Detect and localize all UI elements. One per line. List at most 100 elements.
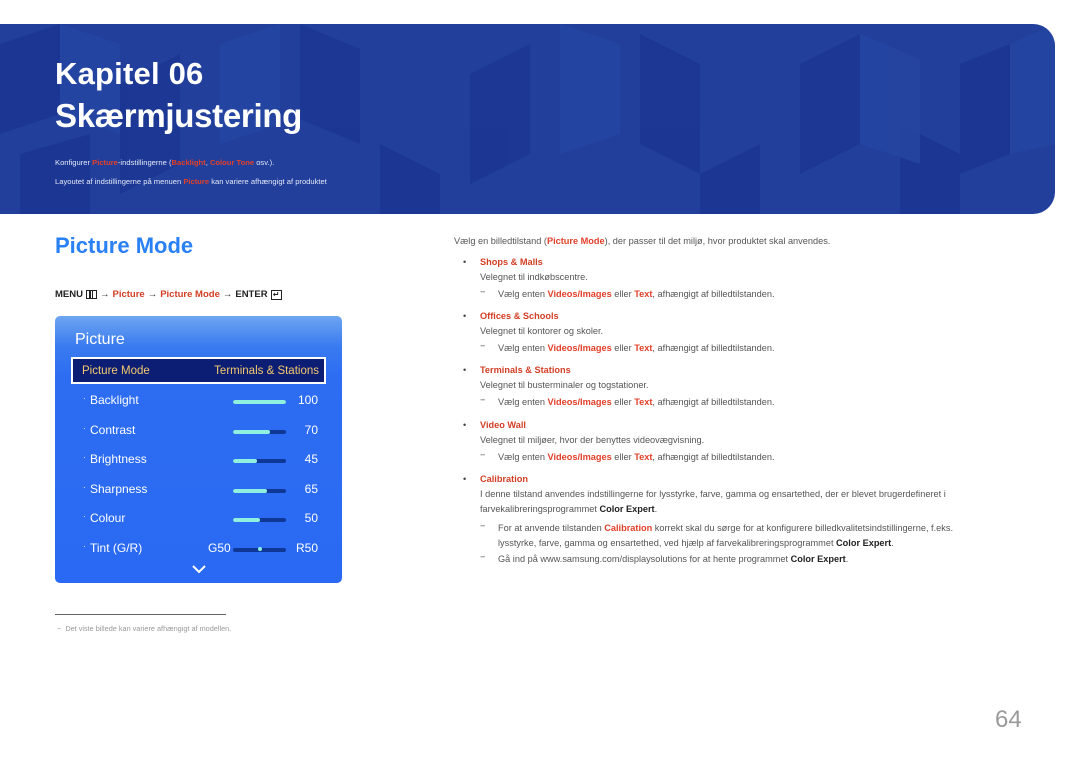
mode-name: Calibration bbox=[480, 474, 528, 484]
arrow: → bbox=[99, 289, 110, 300]
osd-item-label: Brightness bbox=[90, 452, 147, 466]
text: Vælg enten bbox=[498, 452, 548, 462]
text: Vælg enten bbox=[498, 397, 548, 407]
tint-green-value: G50 bbox=[208, 541, 231, 555]
term-picture: Picture bbox=[92, 158, 118, 167]
picture-osd-menu: Picture Picture Mode Terminals & Station… bbox=[55, 316, 342, 583]
osd-item-sharpness[interactable]: · Sharpness 65 bbox=[55, 481, 342, 501]
dash: − bbox=[480, 450, 486, 460]
tint-red-value: R50 bbox=[295, 541, 318, 555]
osd-item-label: Picture Mode bbox=[82, 364, 150, 377]
bullet-icon: · bbox=[83, 453, 86, 462]
bullet-icon: · bbox=[83, 542, 86, 551]
dash: − bbox=[480, 552, 486, 562]
footnote-divider bbox=[55, 614, 226, 615]
level-fill bbox=[233, 400, 286, 404]
text: , afhængigt af billedtilstanden. bbox=[652, 452, 775, 462]
arrow: → bbox=[222, 289, 233, 300]
dash: − bbox=[480, 521, 486, 531]
osd-item-colour[interactable]: · Colour 50 bbox=[55, 510, 342, 530]
osd-item-label: Backlight bbox=[90, 393, 139, 407]
chevron-down-icon[interactable] bbox=[191, 564, 207, 574]
level-fill bbox=[233, 489, 268, 493]
intro-text: Vælg en billedtilstand (Picture Mode), d… bbox=[454, 236, 830, 246]
chapter-title: Skærmjustering bbox=[55, 97, 303, 134]
term-picture-mode: Picture Mode bbox=[546, 236, 605, 246]
text: . bbox=[845, 554, 849, 564]
term-text: Text bbox=[634, 343, 653, 353]
term-picture: Picture bbox=[183, 177, 210, 186]
term-backlight: Backlight bbox=[171, 158, 206, 167]
mode-description: Velegnet til kontorer og skoler. bbox=[480, 326, 604, 336]
text: . bbox=[891, 538, 894, 548]
menu-grid-icon bbox=[85, 290, 97, 299]
text: ), der passer til det miljø, hvor produk… bbox=[604, 236, 831, 246]
chapter-banner: Kapitel 06 Skærmjustering Konfigurer Pic… bbox=[0, 24, 1055, 214]
text: -indstillingerne ( bbox=[117, 158, 172, 167]
bullet-icon: • bbox=[463, 474, 467, 484]
level-bar bbox=[233, 518, 286, 522]
osd-item-picture-mode[interactable]: Picture Mode Terminals & Stations bbox=[71, 357, 326, 384]
text: , afhængigt af billedtilstanden. bbox=[652, 343, 775, 353]
level-bar bbox=[233, 459, 286, 463]
tint-knob bbox=[257, 547, 262, 551]
osd-item-label: Colour bbox=[90, 511, 126, 525]
arrow: → bbox=[147, 289, 158, 300]
osd-item-label: Tint (G/R) bbox=[90, 541, 143, 555]
text: Layoutet af indstillingerne på menuen bbox=[55, 177, 184, 186]
path-picture-mode: Picture Mode bbox=[160, 289, 220, 300]
enter-label: ENTER bbox=[235, 289, 268, 300]
menu-path: MENU → Picture → Picture Mode → ENTER ↵ bbox=[55, 289, 282, 300]
osd-item-label: Contrast bbox=[90, 423, 136, 437]
bullet-icon: • bbox=[463, 311, 467, 321]
path-picture: Picture bbox=[112, 289, 145, 300]
text: eller bbox=[611, 289, 635, 299]
osd-item-value: 70 bbox=[304, 423, 318, 437]
osd-item-label: Sharpness bbox=[90, 482, 148, 496]
term-text: Text bbox=[634, 397, 653, 407]
bullet-icon: • bbox=[463, 420, 467, 430]
level-fill bbox=[233, 518, 260, 522]
osd-title: Picture bbox=[75, 331, 125, 348]
dash: − bbox=[480, 341, 486, 351]
text: osv.). bbox=[254, 158, 275, 167]
menu-label: MENU bbox=[55, 289, 83, 300]
osd-item-value: 45 bbox=[304, 452, 318, 466]
osd-item-value: 50 bbox=[304, 511, 318, 525]
bullet-icon: • bbox=[463, 257, 467, 267]
level-fill bbox=[233, 430, 271, 434]
mode-name: Shops & Malls bbox=[480, 257, 543, 267]
banner-description-2: Layoutet af indstillingerne på menuen Pi… bbox=[55, 177, 327, 186]
mode-name: Video Wall bbox=[480, 420, 526, 430]
text: kan variere afhængigt af produktet bbox=[209, 177, 327, 186]
bullet-icon: · bbox=[83, 512, 86, 521]
text: Vælg enten bbox=[498, 343, 548, 353]
osd-item-brightness[interactable]: · Brightness 45 bbox=[55, 451, 342, 471]
bullet-icon: · bbox=[83, 483, 86, 492]
term-color-expert: Color Expert bbox=[836, 538, 892, 548]
term-videos-images: Videos/Images bbox=[547, 397, 612, 407]
bullet-icon: · bbox=[83, 394, 86, 403]
text: eller bbox=[611, 343, 635, 353]
osd-item-tint[interactable]: · Tint (G/R) G50 R50 bbox=[55, 540, 342, 560]
term-colour-tone: Colour Tone bbox=[209, 158, 255, 167]
dash: − bbox=[480, 395, 486, 405]
mode-name: Offices & Schools bbox=[480, 311, 559, 321]
footnote: − Det viste billede kan variere afhængig… bbox=[57, 624, 231, 633]
text: , afhængigt af billedtilstanden. bbox=[652, 397, 775, 407]
section-title: Picture Mode bbox=[55, 233, 194, 258]
mode-description: Velegnet til miljøer, hvor der benyttes … bbox=[480, 435, 705, 445]
osd-item-value: 100 bbox=[297, 393, 318, 407]
level-bar bbox=[233, 430, 286, 434]
term-text: Text bbox=[634, 452, 653, 462]
term-color-expert: Color Expert bbox=[599, 504, 655, 514]
term-videos-images: Videos/Images bbox=[547, 343, 612, 353]
dash: − bbox=[480, 287, 486, 297]
text: farvekalibreringsprogrammet bbox=[480, 504, 600, 514]
term-videos-images: Videos/Images bbox=[547, 452, 612, 462]
osd-item-contrast[interactable]: · Contrast 70 bbox=[55, 422, 342, 442]
osd-item-backlight[interactable]: · Backlight 100 bbox=[55, 392, 342, 412]
dash: − bbox=[57, 624, 62, 633]
mode-description: I denne tilstand anvendes indstillingern… bbox=[480, 489, 946, 499]
text: Konfigurer bbox=[55, 158, 93, 167]
